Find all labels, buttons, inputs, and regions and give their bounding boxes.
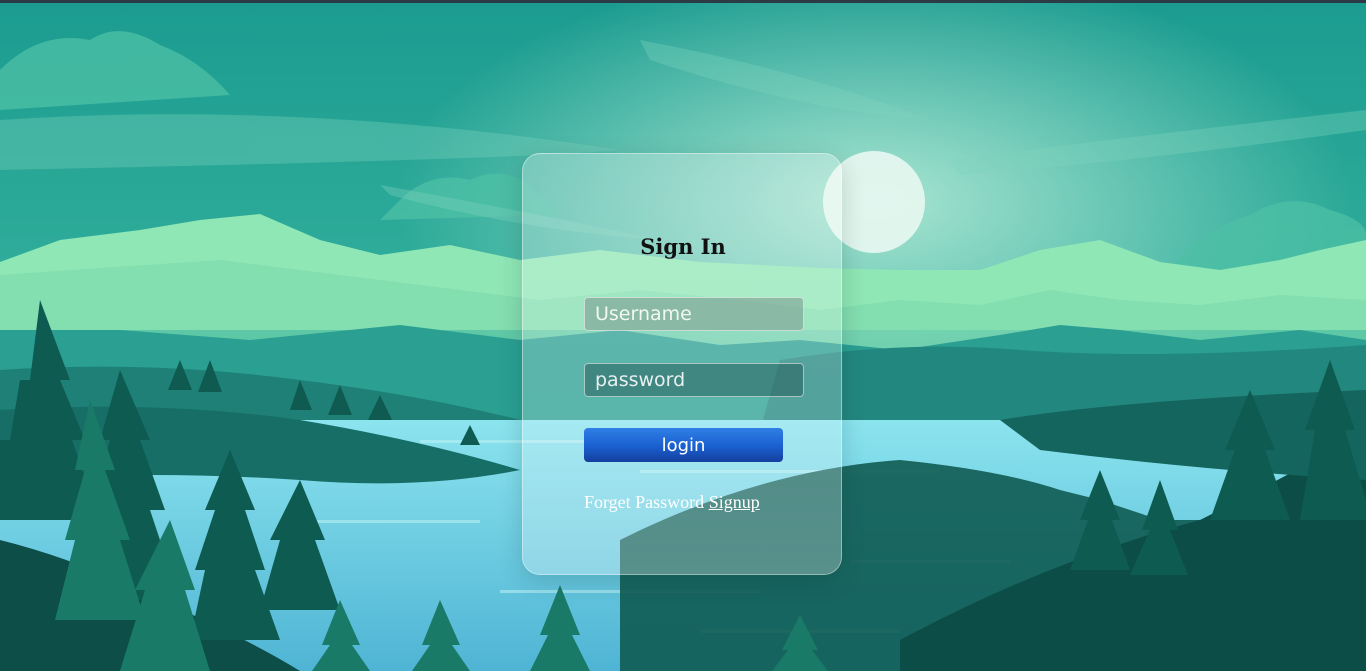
forget-password-link[interactable]: Forget Password [584, 492, 704, 512]
login-card: Sign In login Forget Password Signup [522, 153, 842, 575]
login-button[interactable]: login [584, 428, 783, 462]
username-input[interactable] [584, 297, 804, 331]
password-input[interactable] [584, 363, 804, 397]
signup-link[interactable]: Signup [709, 492, 760, 512]
auth-links: Forget Password Signup [584, 492, 760, 513]
browser-top-edge [0, 0, 1366, 3]
sign-in-title: Sign In [640, 234, 726, 259]
